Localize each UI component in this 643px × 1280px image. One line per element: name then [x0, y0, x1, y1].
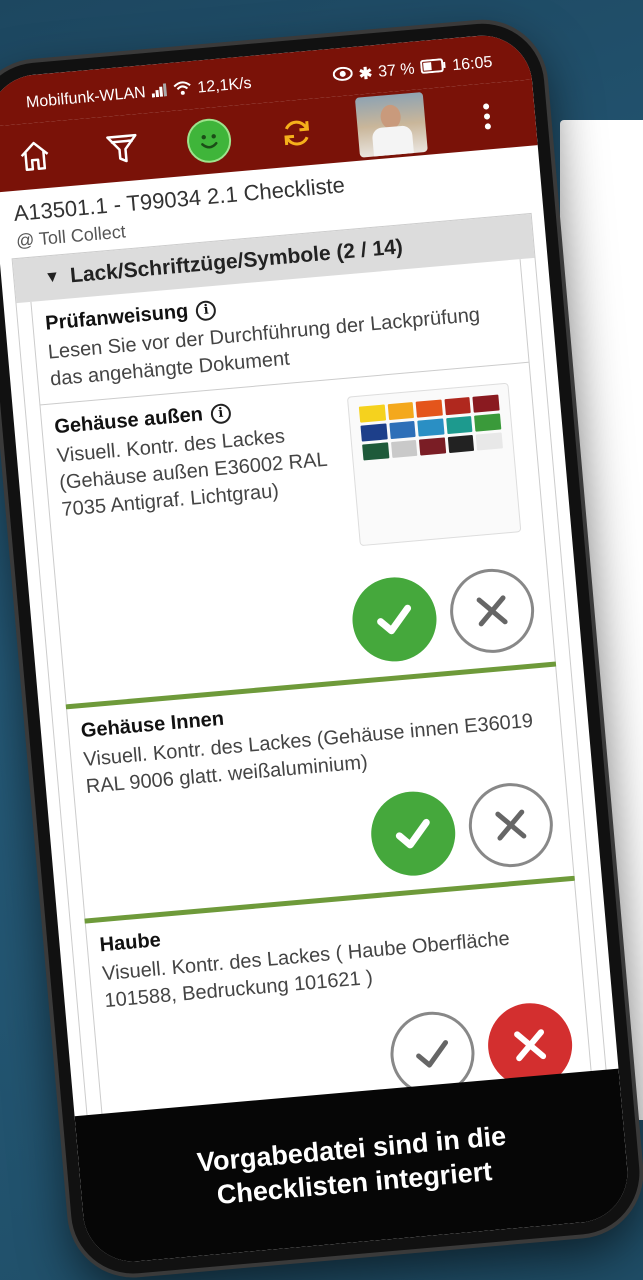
color-swatch [390, 439, 418, 459]
color-swatch [445, 415, 473, 435]
smiley-status-icon[interactable] [181, 113, 237, 169]
accept-button[interactable] [367, 788, 459, 880]
reject-button[interactable] [465, 779, 557, 871]
more-icon[interactable] [459, 88, 515, 144]
color-swatch [444, 397, 472, 416]
eye-icon [332, 66, 354, 87]
color-swatch [476, 432, 503, 451]
item-actions [348, 565, 538, 665]
color-swatch [472, 394, 500, 413]
reject-button[interactable] [446, 565, 538, 657]
battery-percent: 37 % [377, 60, 416, 81]
wifi-icon [173, 80, 193, 100]
info-icon[interactable]: i [209, 402, 232, 425]
clock: 16:05 [451, 53, 494, 75]
stage: Mobilfunk-WLAN 12,1K/s ✱ 37 % 16:05 A135… [0, 0, 643, 1280]
checklist-panel: ▼ Lack/Schriftzüge/Symbole (2 / 14) Prüf… [11, 212, 611, 1156]
color-swatch [360, 423, 388, 442]
accept-button[interactable] [348, 573, 440, 665]
color-swatch [415, 399, 443, 418]
color-swatch [387, 402, 415, 421]
color-swatch [362, 442, 390, 461]
item-actions [367, 779, 557, 880]
home-icon[interactable] [7, 128, 63, 184]
avatar[interactable] [355, 91, 429, 158]
signal-icon [151, 82, 169, 102]
sync-icon[interactable] [268, 105, 324, 161]
color-swatch [388, 420, 416, 440]
carrier-label: Mobilfunk-WLAN [25, 84, 147, 112]
color-swatch [417, 418, 445, 437]
network-speed: 12,1K/s [196, 74, 253, 97]
list-item: Gehäuse außen i Visuell. Kontr. des Lack… [39, 362, 556, 705]
list-item: Gehäuse Innen Visuell. Kontr. des Lackes… [66, 666, 575, 919]
phone-screen: Mobilfunk-WLAN 12,1K/s ✱ 37 % 16:05 A135… [0, 31, 632, 1266]
phone-frame: Mobilfunk-WLAN 12,1K/s ✱ 37 % 16:05 A135… [0, 18, 643, 1279]
color-swatch [447, 434, 475, 454]
filter-icon[interactable] [94, 120, 150, 176]
item-title-text: Haube [98, 929, 162, 957]
battery-icon [419, 57, 448, 78]
color-swatch [419, 437, 447, 456]
info-icon[interactable]: i [195, 299, 218, 321]
color-swatch [474, 413, 502, 432]
attachment-thumbnail[interactable] [346, 382, 522, 547]
bluetooth-icon: ✱ [358, 65, 374, 84]
collapse-triangle-icon: ▼ [43, 268, 61, 287]
color-swatch [358, 404, 386, 423]
